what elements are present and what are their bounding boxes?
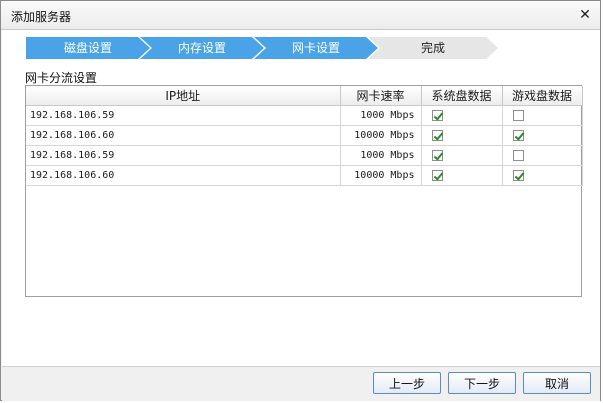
system-disk-checkbox[interactable] [431,149,443,161]
table-row[interactable]: 192.168.106.60 10000 Mbps [26,165,583,186]
column-header-ip[interactable]: IP地址 [26,86,341,106]
dialog-footer: 上一步 下一步 取消 [2,366,600,401]
ip-cell: 192.168.106.59 [26,145,341,166]
speed-cell: 10000 Mbps [340,125,422,146]
system-disk-cell [421,145,503,166]
system-disk-checkbox[interactable] [431,129,443,141]
column-header-game-disk[interactable]: 游戏盘数据 [502,86,583,106]
game-disk-cell [502,125,583,146]
game-disk-checkbox[interactable] [512,129,524,141]
system-disk-cell [421,105,503,126]
table-row[interactable]: 192.168.106.59 1000 Mbps [26,105,583,126]
step-label: 网卡设置 [291,41,340,55]
step-label: 完成 [420,41,445,55]
system-disk-cell [421,165,503,186]
next-step-button[interactable]: 下一步 [448,372,516,394]
step-nic-settings: 网卡设置 [254,37,378,59]
table-row[interactable]: 192.168.106.60 10000 Mbps [26,125,583,146]
system-disk-cell [421,125,503,146]
close-icon[interactable]: ✕ [576,6,594,24]
prev-step-button[interactable]: 上一步 [373,372,441,394]
ip-cell: 192.168.106.59 [26,105,341,126]
column-header-speed[interactable]: 网卡速率 [340,86,422,106]
speed-cell: 10000 Mbps [340,165,422,186]
game-disk-cell [502,105,583,126]
speed-cell: 1000 Mbps [340,145,422,166]
wizard-steps: 磁盘设置 内存设置 网卡设置 完成 [26,37,506,59]
table-header-row: IP地址 网卡速率 系统盘数据 游戏盘数据 [26,86,583,106]
game-disk-checkbox[interactable] [512,109,524,121]
nic-split-label: 网卡分流设置 [25,71,98,85]
system-disk-checkbox[interactable] [431,109,443,121]
game-disk-checkbox[interactable] [512,149,524,161]
step-disk-settings: 磁盘设置 [26,37,150,59]
ip-cell: 192.168.106.60 [26,125,341,146]
ip-cell: 192.168.106.60 [26,165,341,186]
step-memory-settings: 内存设置 [140,37,264,59]
step-finish: 完成 [368,37,498,59]
system-disk-checkbox[interactable] [431,169,443,181]
cancel-button[interactable]: 取消 [523,372,591,394]
game-disk-checkbox[interactable] [512,169,524,181]
game-disk-cell [502,145,583,166]
dialog-title: 添加服务器 [11,10,72,24]
add-server-dialog: 添加服务器 ✕ 磁盘设置 内存设置 网卡设置 完成 网卡分流设置 IP地址 网卡… [0,0,601,401]
speed-cell: 1000 Mbps [340,105,422,126]
game-disk-cell [502,165,583,186]
dialog-content: 磁盘设置 内存设置 网卡设置 完成 网卡分流设置 IP地址 网卡速率 系统盘数据… [2,30,600,366]
step-label: 磁盘设置 [63,41,112,55]
table-row[interactable]: 192.168.106.59 1000 Mbps [26,145,583,166]
title-bar[interactable]: 添加服务器 ✕ [1,1,600,30]
nic-table-container: IP地址 网卡速率 系统盘数据 游戏盘数据 192.168.106.59 1000… [25,85,583,297]
step-label: 内存设置 [177,41,226,55]
nic-table: IP地址 网卡速率 系统盘数据 游戏盘数据 192.168.106.59 1000… [26,86,583,186]
table-body: 192.168.106.59 1000 Mbps 192.168.106.60 100… [26,105,583,186]
column-header-system-disk[interactable]: 系统盘数据 [421,86,503,106]
